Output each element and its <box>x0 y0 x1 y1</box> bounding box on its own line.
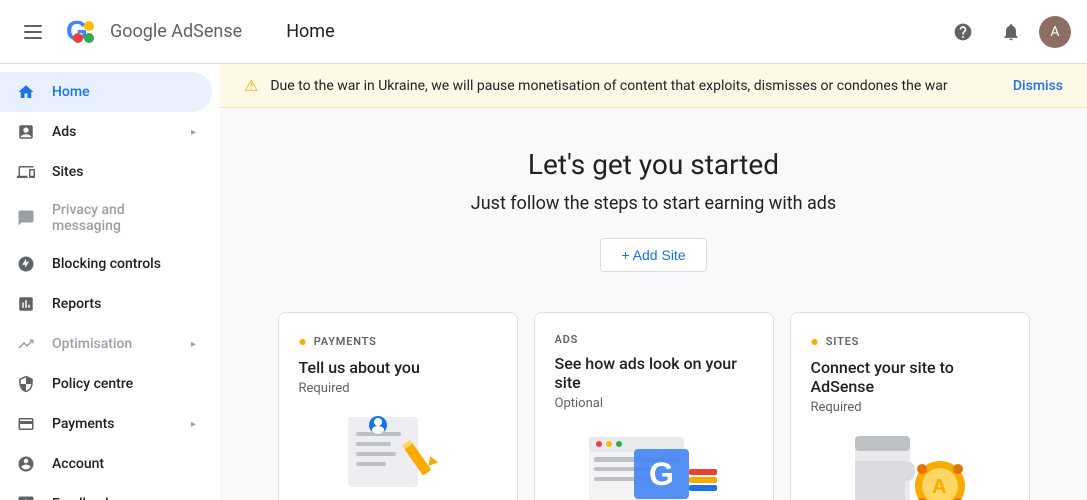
add-site-button[interactable]: + Add Site <box>600 238 706 272</box>
main-content: ⚠ Due to the war in Ukraine, we will pau… <box>220 64 1087 500</box>
svg-text:G: G <box>649 456 674 492</box>
sidebar: Home Ads ▸ Sites Privacy and messaging <box>0 64 220 500</box>
payments-illustration <box>299 412 497 492</box>
help-button[interactable] <box>943 12 983 52</box>
banner-text: Due to the war in Ukraine, we will pause… <box>270 78 1001 94</box>
payments-expand-icon: ▸ <box>191 419 196 430</box>
sidebar-item-blocking-controls[interactable]: Blocking controls <box>0 244 212 284</box>
page-title: Home <box>286 21 334 42</box>
privacy-icon <box>16 208 36 228</box>
sites-illustration: A <box>811 431 1009 500</box>
hamburger-menu[interactable] <box>16 17 50 47</box>
warning-icon-payments: ● <box>299 333 308 350</box>
hero-heading: Let's get you started <box>244 148 1063 181</box>
card-title-payments: Tell us about you <box>299 358 420 377</box>
hero-subheading: Just follow the steps to start earning w… <box>244 193 1063 214</box>
card-tag-ads: ADS <box>555 333 579 346</box>
svg-text:A: A <box>932 476 946 498</box>
sidebar-item-feedback[interactable]: Feedback <box>0 484 212 500</box>
optimisation-expand-icon: ▸ <box>191 339 196 350</box>
warning-icon-sites: ● <box>811 333 820 350</box>
sidebar-item-sites[interactable]: Sites <box>0 152 212 192</box>
ads-icon <box>16 122 36 142</box>
card-title-ads: See how ads look on your site <box>555 354 753 392</box>
sidebar-item-policy-centre[interactable]: Policy centre <box>0 364 212 404</box>
topbar-right: A <box>943 12 1071 52</box>
sites-card: ● SITES Connect your site to AdSense Req… <box>790 312 1030 500</box>
card-tag-sites: ● SITES <box>811 333 860 350</box>
payments-icon <box>16 414 36 434</box>
card-title-sites: Connect your site to AdSense <box>811 358 1009 396</box>
sidebar-item-reports[interactable]: Reports <box>0 284 212 324</box>
card-sub-ads: Optional <box>555 396 603 411</box>
cards-row: ● PAYMENTS Tell us about you Required <box>220 296 1087 500</box>
ads-illustration: G <box>555 427 753 500</box>
help-icon <box>953 22 973 42</box>
sidebar-item-account[interactable]: Account <box>0 444 212 484</box>
card-sub-payments: Required <box>299 381 350 396</box>
sidebar-item-payments[interactable]: Payments ▸ <box>0 404 212 444</box>
ads-expand-icon: ▸ <box>191 127 196 138</box>
logo-icon: G <box>62 12 102 52</box>
sidebar-item-privacy-messaging[interactable]: Privacy and messaging <box>0 192 212 244</box>
logo-text: Google AdSense <box>110 21 242 42</box>
card-sub-sites: Required <box>811 400 862 415</box>
topbar-left: G Google AdSense Home <box>16 12 335 52</box>
sidebar-item-ads[interactable]: Ads ▸ <box>0 112 212 152</box>
account-icon <box>16 454 36 474</box>
app-body: Home Ads ▸ Sites Privacy and messaging <box>0 64 1087 500</box>
card-tag-payments: ● PAYMENTS <box>299 333 377 350</box>
notification-button[interactable] <box>991 12 1031 52</box>
ads-card: ADS See how ads look on your site Option… <box>534 312 774 500</box>
blocking-icon <box>16 254 36 274</box>
home-icon <box>16 82 36 102</box>
hero-section: Let's get you started Just follow the st… <box>220 108 1087 296</box>
sidebar-item-home[interactable]: Home <box>0 72 212 112</box>
policy-icon <box>16 374 36 394</box>
reports-icon <box>16 294 36 314</box>
ukraine-banner: ⚠ Due to the war in Ukraine, we will pau… <box>220 64 1087 108</box>
sidebar-item-optimisation[interactable]: Optimisation ▸ <box>0 324 212 364</box>
payments-card: ● PAYMENTS Tell us about you Required <box>278 312 518 500</box>
optimisation-icon <box>16 334 36 354</box>
notification-icon <box>1001 22 1021 42</box>
avatar[interactable]: A <box>1039 16 1071 48</box>
sites-icon <box>16 162 36 182</box>
feedback-icon <box>16 494 36 500</box>
logo: G Google AdSense <box>62 12 242 52</box>
topbar: G Google AdSense Home A <box>0 0 1087 64</box>
dismiss-button[interactable]: Dismiss <box>1013 78 1063 94</box>
warning-icon: ⚠ <box>244 76 258 95</box>
